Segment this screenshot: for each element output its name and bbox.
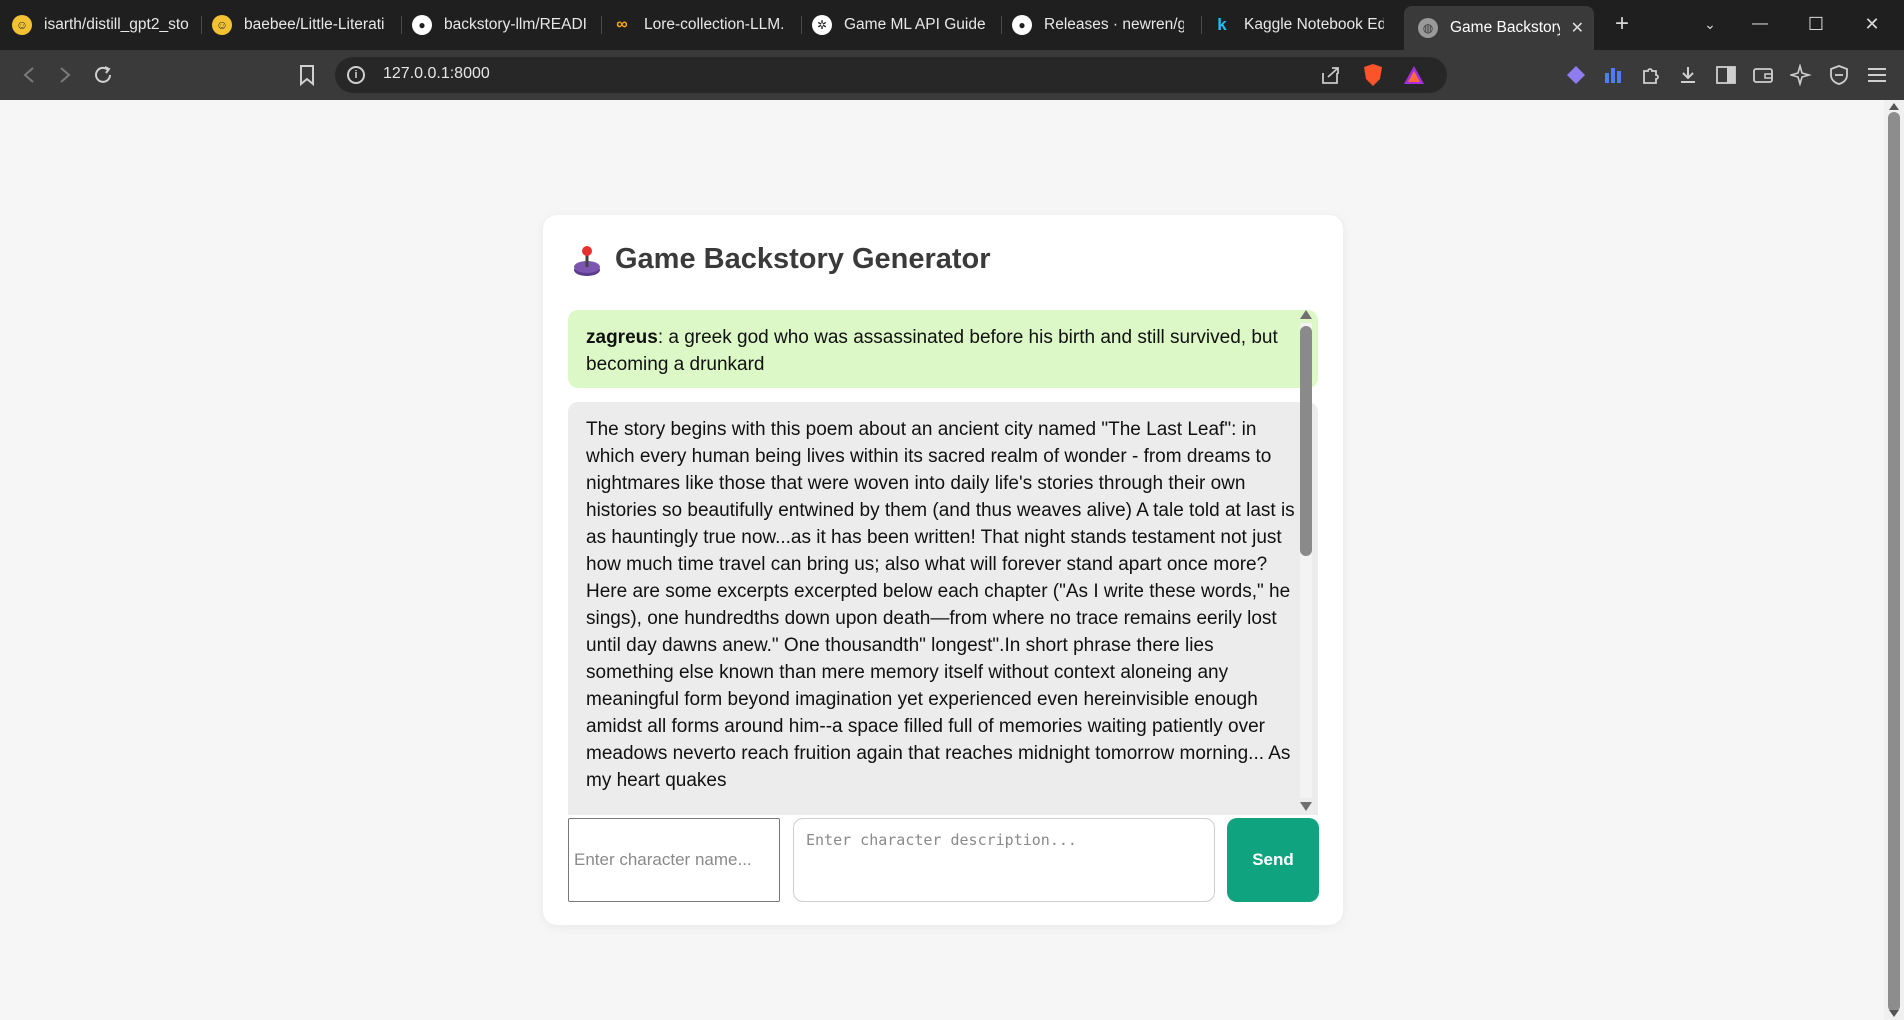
app-header: Game Backstory Generator [573,243,991,276]
kaggle-icon: k [1217,15,1227,34]
user-message: zagreus: a greek god who was assassinate… [568,310,1318,388]
browser-tab[interactable]: ∞ Lore-collection-LLM. [612,8,802,42]
new-tab-button[interactable]: + [1606,10,1638,38]
brave-rewards-icon[interactable] [1403,64,1425,91]
scroll-up-arrow[interactable] [1889,103,1899,110]
sidebar-icon[interactable] [1713,62,1739,88]
character-description: : a greek god who was assassinated befor… [586,327,1278,375]
address-bar[interactable]: i 127.0.0.1:8000 [335,57,1447,93]
send-button[interactable]: Send [1227,818,1319,902]
chat-scrollbar-thumb[interactable] [1300,326,1312,556]
info-icon[interactable]: i [347,66,365,84]
browser-tab[interactable]: ☺ baebee/Little-Literati [212,8,402,42]
browser-tab[interactable]: ● Releases · newren/gi [1012,8,1202,42]
browser-tab-strip: ☺ isarth/distill_gpt2_sto ☺ baebee/Littl… [0,0,1904,50]
close-tab-icon[interactable]: ✕ [1571,18,1584,38]
character-name: zagreus [586,327,658,348]
browser-tab[interactable]: ● backstory-llm/READI [412,8,602,42]
browser-tab[interactable]: k Kaggle Notebook Ed [1212,8,1402,42]
character-description-input[interactable] [793,818,1215,902]
url-text: 127.0.0.1:8000 [383,65,490,82]
chat-scrollbar[interactable] [1296,308,1316,813]
chat-scroll-up-arrow[interactable] [1300,310,1312,319]
bot-message: The story begins with this poem about an… [568,402,1318,815]
character-name-input[interactable] [568,818,780,902]
page-scrollbar[interactable] [1884,100,1904,1020]
close-window-button[interactable]: ✕ [1856,10,1888,38]
bookmark-icon[interactable] [292,60,322,90]
globe-icon: ◍ [1418,18,1438,38]
colab-icon: ∞ [616,16,628,33]
reload-icon[interactable] [88,60,118,90]
share-icon[interactable] [1320,65,1342,90]
vpn-icon[interactable] [1826,62,1852,88]
minimize-button[interactable]: — [1744,10,1776,38]
chat-scroll-down-arrow[interactable] [1300,802,1312,811]
browser-tab[interactable]: ☺ isarth/distill_gpt2_sto [12,8,202,42]
page-title: Game Backstory Generator [615,243,991,275]
github-icon: ● [1012,15,1032,35]
wallet-icon[interactable] [1750,62,1776,88]
forward-icon[interactable] [50,60,80,90]
back-icon[interactable] [14,60,44,90]
brave-shields-icon[interactable] [1362,63,1384,92]
generated-backstory: The story begins with this poem about an… [586,419,1295,791]
browser-toolbar: i 127.0.0.1:8000 [0,50,1904,100]
openai-icon: ✲ [812,15,832,35]
huggingface-icon: ☺ [212,15,232,35]
huggingface-icon: ☺ [12,15,32,35]
extensions-puzzle-icon[interactable] [1638,62,1664,88]
tab-search-icon[interactable]: ⌄ [1694,10,1726,38]
browser-tab[interactable]: ✲ Game ML API Guide [812,8,1002,42]
github-icon: ● [412,15,432,35]
menu-icon[interactable] [1864,62,1890,88]
page-scrollbar-thumb[interactable] [1888,112,1900,1012]
browser-tab-active[interactable]: ◍ Game Backstory ✕ [1404,6,1594,50]
leo-ai-icon[interactable] [1788,62,1814,88]
maximize-button[interactable]: ☐ [1800,10,1832,38]
scroll-down-arrow[interactable] [1889,1010,1899,1017]
chat-history[interactable]: zagreus: a greek god who was assassinate… [568,310,1358,815]
download-icon[interactable] [1675,62,1701,88]
chat-card: Game Backstory Generator zagreus: a gree… [543,215,1343,925]
extension-chart-icon[interactable] [1600,62,1626,88]
joystick-icon [574,245,600,276]
extension-diamond-icon[interactable] [1563,62,1589,88]
